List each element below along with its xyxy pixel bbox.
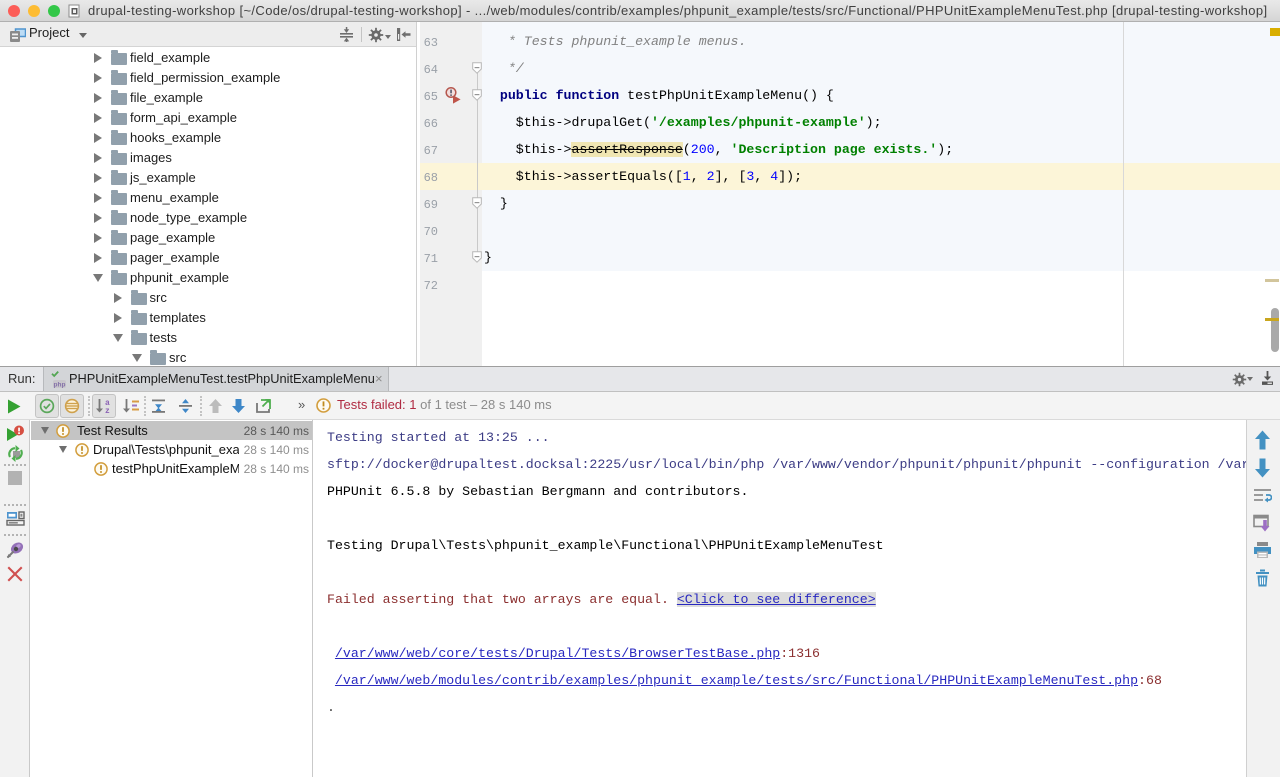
svg-text:php: php — [54, 381, 66, 388]
svg-text:z: z — [105, 407, 110, 414]
